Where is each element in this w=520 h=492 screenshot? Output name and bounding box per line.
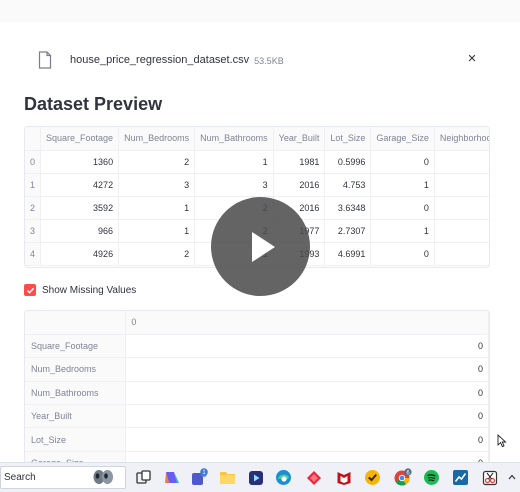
table-row: Square_Footage 0: [25, 334, 489, 359]
table-cell[interactable]: 4272: [40, 173, 120, 197]
spotify-icon[interactable]: [422, 468, 441, 487]
missing-values-table[interactable]: 0 Square_Footage 0 Num_Bedrooms 0 Num_Ba…: [24, 310, 490, 462]
column-header[interactable]: Year_Built: [273, 127, 326, 151]
mouse-cursor-icon: [497, 434, 507, 448]
column-header[interactable]: Square_Footage: [40, 127, 120, 151]
table-cell[interactable]: [434, 150, 489, 174]
table-cell[interactable]: 4926: [40, 242, 120, 266]
table-cell[interactable]: [434, 196, 489, 220]
file-icon: [38, 51, 52, 69]
checkbox-checked-icon[interactable]: [24, 284, 36, 296]
search-label: Search: [4, 472, 36, 483]
streamlit-page: house_price_regression_dataset.csv 53.5K…: [0, 22, 520, 462]
table-row: Year_Built 0: [25, 404, 489, 429]
chrome-icon[interactable]: 6: [393, 468, 412, 487]
table-row: Lot_Size 0: [25, 427, 489, 452]
chart-app-icon[interactable]: [451, 468, 470, 487]
teams-icon[interactable]: 1: [190, 468, 209, 487]
column-header[interactable]: Num_Bedrooms: [118, 127, 196, 151]
file-name: house_price_regression_dataset.csv: [70, 54, 250, 66]
show-missing-values-checkbox[interactable]: Show Missing Values: [24, 284, 136, 296]
sticky-app-icon[interactable]: [304, 468, 323, 487]
table-cell[interactable]: 1981: [273, 150, 326, 174]
row-index: Square_Footage: [25, 334, 127, 359]
edge-icon[interactable]: [274, 468, 293, 487]
table-cell[interactable]: [434, 219, 489, 243]
table-cell[interactable]: 0: [370, 150, 435, 174]
table-cell[interactable]: 2.7307: [324, 219, 372, 243]
remove-file-button[interactable]: ×: [464, 51, 480, 67]
task-view-icon[interactable]: [134, 468, 153, 487]
column-header[interactable]: Lot_Size: [324, 127, 372, 151]
checkbox-label: Show Missing Values: [42, 284, 137, 296]
table-cell[interactable]: 2: [118, 242, 196, 266]
uploaded-file-row: house_price_regression_dataset.csv 53.5K…: [24, 48, 488, 72]
browser-top-strip: [0, 0, 520, 22]
table-cell[interactable]: 1: [370, 219, 435, 243]
table-row: Num_Bathrooms 0: [25, 381, 489, 406]
table-header-row: Square_Footage Num_Bedrooms Num_Bathroom…: [25, 127, 489, 151]
table-cell[interactable]: 0.5996: [324, 150, 372, 174]
column-header[interactable]: 0: [125, 311, 489, 335]
table-row: 0 1360 2 1 1981 0.5996 0: [25, 150, 489, 174]
row-index: 2: [25, 196, 42, 220]
table-cell[interactable]: 4.6991: [324, 242, 372, 266]
row-index: 4: [25, 242, 42, 266]
snipping-tool-icon[interactable]: [480, 468, 499, 487]
table-cell[interactable]: 0: [125, 451, 489, 462]
norton-icon[interactable]: [363, 468, 382, 487]
table-row: 1 4272 3 3 2016 4.753 1: [25, 173, 489, 197]
table-row: Num_Bedrooms 0: [25, 357, 489, 382]
table-cell[interactable]: 0: [370, 196, 435, 220]
table-cell[interactable]: 0: [125, 381, 489, 406]
row-index: 3: [25, 219, 42, 243]
table-cell[interactable]: 1: [370, 173, 435, 197]
table-row: Garage_Size 0: [25, 451, 489, 462]
column-header: [25, 311, 127, 335]
table-cell[interactable]: 1: [194, 150, 274, 174]
column-header: [25, 127, 42, 151]
system-tray-chevron-icon[interactable]: [508, 472, 516, 483]
table-cell[interactable]: 2: [118, 150, 196, 174]
table-cell[interactable]: 0: [125, 334, 489, 359]
table-cell[interactable]: 3.6348: [324, 196, 372, 220]
table-cell[interactable]: 1: [118, 196, 196, 220]
row-index: Year_Built: [25, 404, 127, 429]
table-cell[interactable]: 2016: [273, 173, 326, 197]
alien-icon: [93, 470, 113, 484]
mcafee-icon[interactable]: [334, 468, 353, 487]
video-play-button[interactable]: [211, 197, 310, 296]
table-cell[interactable]: 1360: [40, 150, 120, 174]
row-index: Garage_Size: [25, 451, 127, 462]
close-icon: ×: [467, 50, 477, 67]
table-cell[interactable]: 4.753: [324, 173, 372, 197]
table-cell[interactable]: 0: [370, 242, 435, 266]
play-icon: [251, 231, 275, 262]
copilot-icon[interactable]: [162, 468, 181, 487]
row-index: Num_Bathrooms: [25, 381, 127, 406]
file-size: 53.5KB: [254, 55, 284, 66]
table-header-row: 0: [25, 311, 489, 335]
table-cell[interactable]: 966: [40, 219, 120, 243]
row-index: 0: [25, 150, 42, 174]
row-index: 1: [25, 173, 42, 197]
table-cell[interactable]: 0: [125, 427, 489, 452]
table-cell[interactable]: 0: [125, 404, 489, 429]
table-cell[interactable]: 3: [194, 173, 274, 197]
table-cell[interactable]: 0: [125, 357, 489, 382]
windows-taskbar: Search 1 6: [0, 462, 520, 492]
video-editor-icon[interactable]: [246, 468, 265, 487]
table-cell[interactable]: 1: [118, 219, 196, 243]
page-title: Dataset Preview: [24, 94, 163, 114]
row-index: Lot_Size: [25, 427, 127, 452]
table-cell[interactable]: [434, 173, 489, 197]
table-cell[interactable]: [434, 242, 489, 266]
column-header[interactable]: Neighborhoo: [434, 127, 489, 151]
column-header[interactable]: Garage_Size: [370, 127, 435, 151]
table-cell[interactable]: 3592: [40, 196, 120, 220]
row-index: Num_Bedrooms: [25, 357, 127, 382]
table-cell[interactable]: 3: [118, 173, 196, 197]
file-explorer-icon[interactable]: [218, 468, 237, 487]
column-header[interactable]: Num_Bathrooms: [194, 127, 274, 151]
